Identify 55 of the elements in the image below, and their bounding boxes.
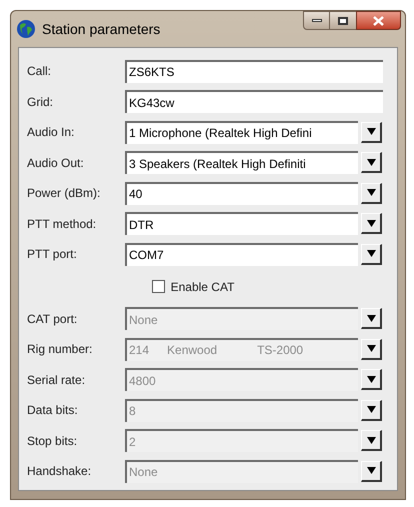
field-label: CAT port: bbox=[27, 310, 78, 328]
caret-icon bbox=[366, 189, 376, 196]
dropdown-field[interactable]: 40 bbox=[125, 182, 358, 205]
caret-icon bbox=[366, 345, 376, 352]
dropdown-button[interactable] bbox=[361, 182, 382, 204]
dropdown-button[interactable] bbox=[361, 244, 382, 265]
dropdown-button[interactable] bbox=[361, 338, 382, 360]
dropdown-button[interactable] bbox=[361, 430, 382, 452]
maximize-button[interactable] bbox=[330, 11, 356, 30]
dropdown-field[interactable]: 3 Speakers (Realtek High Definiti bbox=[125, 151, 358, 174]
caret-icon bbox=[366, 467, 376, 474]
field-label: PTT method: bbox=[27, 216, 98, 233]
field-label: Data bits: bbox=[27, 402, 79, 420]
dropdown-button[interactable] bbox=[361, 400, 382, 421]
field-label: PTT port: bbox=[27, 246, 78, 264]
dropdown-field[interactable]: DTR bbox=[125, 212, 358, 236]
caret-icon bbox=[366, 406, 376, 414]
maximize-icon bbox=[338, 16, 348, 24]
field-label: Audio In: bbox=[27, 124, 76, 142]
window-title: Station parameters bbox=[42, 20, 160, 39]
dropdown-button[interactable] bbox=[361, 460, 382, 482]
dropdown-field[interactable]: 1 Microphone (Realtek High Defini bbox=[125, 120, 358, 144]
dropdown-field[interactable]: COM7 bbox=[125, 242, 358, 266]
caret-icon bbox=[366, 250, 376, 258]
close-button[interactable] bbox=[356, 11, 401, 30]
minimize-icon bbox=[312, 19, 322, 22]
value-column: Kenwood bbox=[167, 341, 218, 360]
field-label: Call: bbox=[27, 63, 52, 80]
dropdown-button[interactable] bbox=[361, 369, 382, 390]
value-column: 214 bbox=[129, 341, 150, 360]
close-icon bbox=[373, 16, 384, 26]
field-label: Handshake: bbox=[27, 463, 92, 480]
dropdown-button[interactable] bbox=[361, 308, 382, 330]
caret-icon bbox=[366, 376, 376, 383]
caret-icon bbox=[366, 220, 376, 227]
dropdown-button[interactable] bbox=[361, 213, 382, 234]
dropdown-button[interactable] bbox=[361, 152, 382, 174]
checkbox[interactable] bbox=[152, 280, 165, 293]
input-field[interactable]: KG43cw bbox=[125, 90, 383, 114]
globe-icon bbox=[16, 19, 36, 39]
caret-icon bbox=[366, 436, 376, 444]
field-label: Audio Out: bbox=[27, 154, 85, 172]
checkbox-label: Enable CAT bbox=[170, 278, 234, 296]
input-field[interactable]: ZS6KTS bbox=[125, 60, 383, 83]
field-label: Stop bits: bbox=[27, 432, 78, 450]
value-column: TS-2000 bbox=[257, 341, 304, 360]
caret-icon bbox=[366, 158, 376, 166]
caret-icon bbox=[366, 314, 376, 322]
field-label: Serial rate: bbox=[27, 372, 86, 389]
minimize-button[interactable] bbox=[303, 11, 330, 30]
caret-icon bbox=[366, 128, 376, 136]
dropdown-button[interactable] bbox=[361, 122, 382, 143]
field-label: Grid: bbox=[27, 94, 54, 111]
field-label: Rig number: bbox=[27, 341, 94, 358]
field-label: Power (dBm): bbox=[27, 185, 102, 202]
